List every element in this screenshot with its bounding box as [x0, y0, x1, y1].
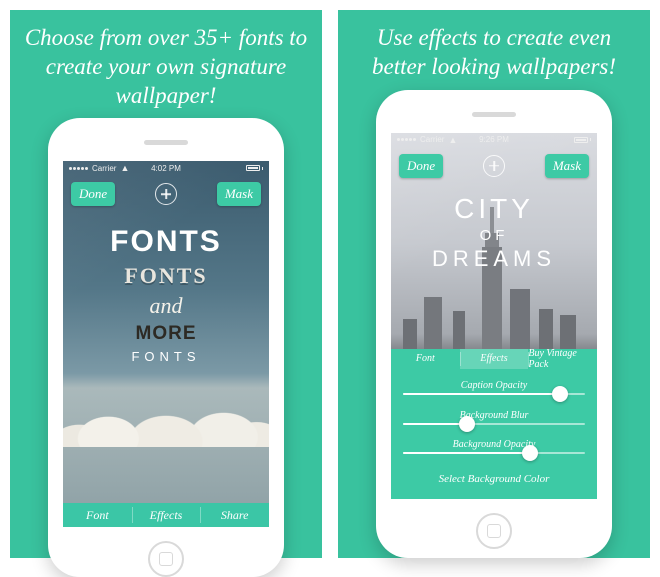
add-icon[interactable] — [483, 155, 505, 177]
tab-buy-vintage[interactable]: Buy Vintage Pack — [528, 349, 597, 369]
tab-font[interactable]: Font — [391, 349, 460, 369]
wifi-icon: ▲ — [448, 135, 457, 145]
phone-mockup: Carrier ▲ 9:26 PM Done Mask CITY OF DREA… — [376, 90, 612, 559]
caption-line: OF — [391, 227, 597, 244]
tab-effects[interactable]: Effects — [460, 349, 529, 369]
promo-panel-fonts: Choose from over 35+ fonts to create you… — [10, 10, 322, 558]
bottom-tabs: Font Effects Share — [63, 503, 269, 527]
status-bar: Carrier ▲ 4:02 PM — [63, 161, 269, 175]
done-button[interactable]: Done — [71, 182, 115, 206]
slider-label: Background Blur — [403, 410, 585, 421]
caption-stack[interactable]: FONTS FONTS and MORE FONTS — [63, 221, 269, 368]
tab-share[interactable]: Share — [200, 503, 269, 527]
caption-line: FONTS — [63, 349, 269, 364]
mask-button[interactable]: Mask — [217, 182, 261, 206]
tab-effects[interactable]: Effects — [132, 503, 201, 527]
status-bar: Carrier ▲ 9:26 PM — [391, 133, 597, 147]
caption-line: CITY — [391, 193, 597, 225]
tab-font[interactable]: Font — [63, 503, 132, 527]
wifi-icon: ▲ — [120, 163, 129, 173]
effects-tabs: Font Effects Buy Vintage Pack — [391, 349, 597, 369]
signal-dots-icon — [397, 138, 416, 141]
clock: 9:26 PM — [479, 135, 509, 144]
phone-speaker — [144, 140, 188, 145]
caption-line: MORE — [63, 323, 269, 345]
battery-icon — [574, 137, 591, 143]
home-button[interactable] — [476, 513, 512, 549]
slider-background-blur[interactable]: Background Blur — [403, 410, 585, 425]
caption-line: DREAMS — [391, 246, 597, 272]
carrier-label: Carrier — [420, 135, 444, 144]
headline: Choose from over 35+ fonts to create you… — [10, 24, 322, 118]
select-background-color-button[interactable]: Select Background Color — [403, 469, 585, 491]
battery-icon — [246, 165, 263, 171]
headline: Use effects to create even better lookin… — [338, 24, 650, 90]
clock: 4:02 PM — [151, 164, 181, 173]
caption-line: FONTS — [63, 225, 269, 259]
caption-line: FONTS — [63, 263, 269, 289]
home-button[interactable] — [148, 541, 184, 577]
mask-button[interactable]: Mask — [545, 154, 589, 178]
slider-caption-opacity[interactable]: Caption Opacity — [403, 380, 585, 395]
app-screen: Carrier ▲ 9:26 PM Done Mask CITY OF DREA… — [391, 133, 597, 499]
done-button[interactable]: Done — [399, 154, 443, 178]
effects-panel: Font Effects Buy Vintage Pack Caption Op… — [391, 349, 597, 499]
carrier-label: Carrier — [92, 164, 116, 173]
add-icon[interactable] — [155, 183, 177, 205]
app-screen: Carrier ▲ 4:02 PM Done Mask FONTS FONTS … — [63, 161, 269, 527]
phone-speaker — [472, 112, 516, 117]
top-toolbar: Done Mask — [63, 179, 269, 209]
promo-panel-effects: Use effects to create even better lookin… — [338, 10, 650, 558]
caption-line: and — [63, 293, 269, 319]
slider-label: Background Opacity — [403, 439, 585, 450]
caption-stack[interactable]: CITY OF DREAMS — [391, 193, 597, 272]
top-toolbar: Done Mask — [391, 151, 597, 181]
phone-mockup: Carrier ▲ 4:02 PM Done Mask FONTS FONTS … — [48, 118, 284, 577]
signal-dots-icon — [69, 167, 88, 170]
slider-background-opacity[interactable]: Background Opacity — [403, 439, 585, 454]
